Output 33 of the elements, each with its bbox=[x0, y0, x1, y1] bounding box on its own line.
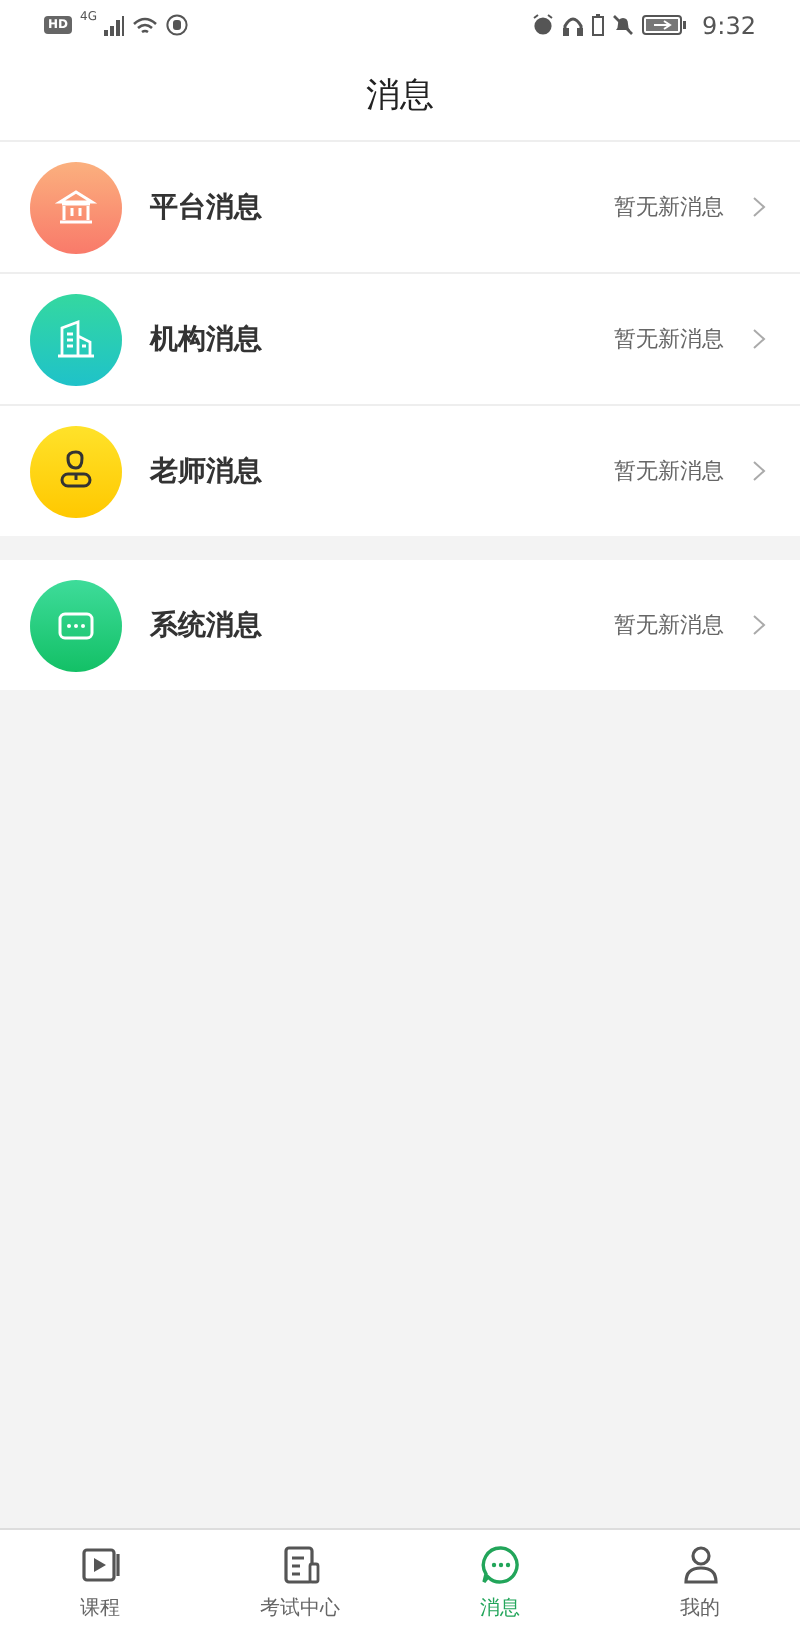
clock-time: 9:32 bbox=[702, 11, 756, 39]
message-category-item[interactable]: 系统消息 暂无新消息 bbox=[0, 560, 800, 690]
message-category-item[interactable]: 机构消息 暂无新消息 bbox=[0, 274, 800, 404]
chevron-right-icon bbox=[752, 328, 766, 350]
chevron-right-icon bbox=[752, 196, 766, 218]
building-icon bbox=[30, 293, 122, 385]
battery-charging-icon bbox=[642, 14, 687, 36]
tab[interactable]: 考试中心 bbox=[200, 1530, 400, 1632]
page-title: 消息 bbox=[366, 74, 434, 118]
message-category-item[interactable]: 平台消息 暂无新消息 bbox=[0, 142, 800, 272]
message-category-item[interactable]: 老师消息 暂无新消息 bbox=[0, 406, 800, 536]
category-name: 系统消息 bbox=[150, 607, 264, 643]
chevron-right-icon bbox=[752, 614, 766, 636]
alarm-icon bbox=[532, 14, 555, 36]
chat-icon bbox=[30, 579, 122, 671]
status-text: 暂无新消息 bbox=[614, 456, 724, 486]
headphones-icon bbox=[562, 14, 585, 36]
signal-icon bbox=[104, 15, 125, 35]
category-name: 机构消息 bbox=[150, 321, 264, 357]
status-text: 暂无新消息 bbox=[614, 610, 724, 640]
chat-icon bbox=[477, 1541, 523, 1587]
tab[interactable]: 我的 bbox=[600, 1530, 800, 1632]
category-name: 老师消息 bbox=[150, 453, 264, 489]
wifi-icon bbox=[132, 15, 159, 35]
tab[interactable]: 课程 bbox=[0, 1530, 200, 1632]
bank-icon bbox=[30, 161, 122, 253]
chevron-right-icon bbox=[752, 460, 766, 482]
teacher-icon bbox=[30, 425, 122, 517]
mute-icon bbox=[612, 14, 635, 36]
category-name: 平台消息 bbox=[150, 189, 264, 225]
battery-icon bbox=[592, 14, 605, 36]
status-text: 暂无新消息 bbox=[614, 192, 724, 222]
status-text: 暂无新消息 bbox=[614, 324, 724, 354]
